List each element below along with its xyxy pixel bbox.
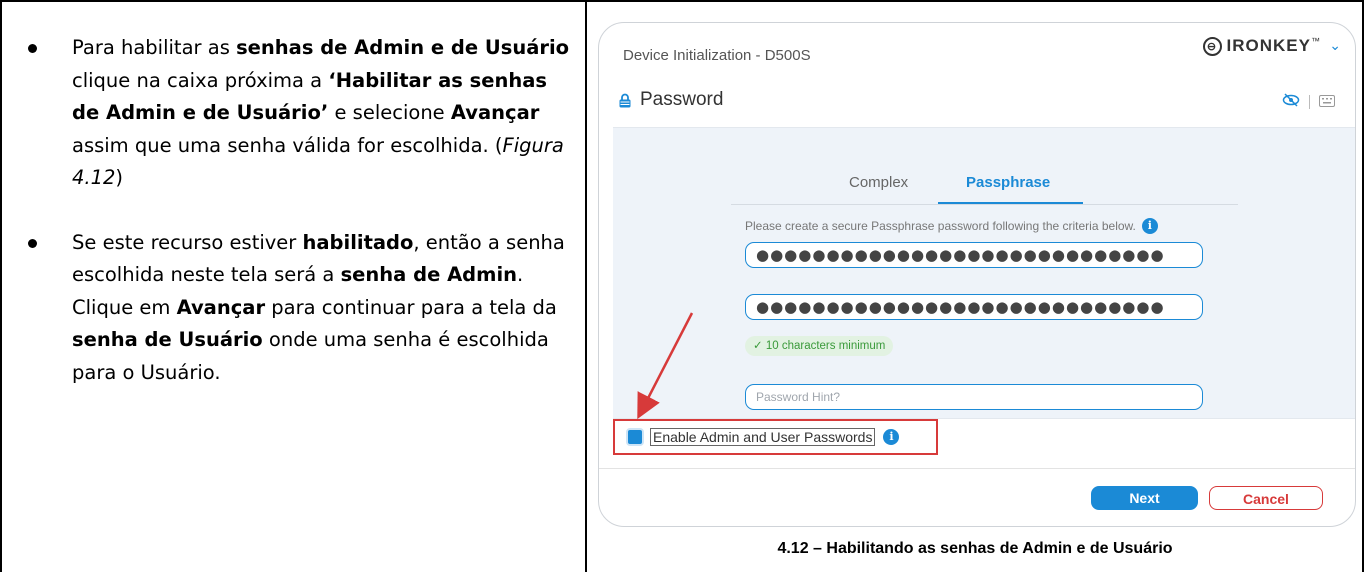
brand-name: IRONKEY — [1226, 36, 1311, 55]
confirm-password-field[interactable]: ●●●●●●●●●●●●●●●●●●●●●●●●●●●●● — [745, 294, 1203, 320]
criteria-text: Please create a secure Passphrase passwo… — [745, 218, 1158, 234]
tab-baseline — [731, 204, 1238, 205]
next-button[interactable]: Next — [1091, 486, 1198, 510]
keyboard-icon[interactable] — [1319, 94, 1335, 110]
password-panel: Complex Passphrase Please create a secur… — [613, 127, 1355, 419]
tab-complex[interactable]: Complex — [849, 174, 908, 191]
section-title: Password — [640, 89, 724, 110]
app-screenshot: Device Initialization - D500S ⊖ IRONKEY ™… — [598, 22, 1356, 527]
icon-divider — [1309, 95, 1310, 109]
lock-icon — [619, 93, 631, 107]
password-hint-field[interactable]: Password Hint? — [745, 384, 1203, 410]
info-icon[interactable]: i — [883, 429, 900, 445]
password-field[interactable]: ●●●●●●●●●●●●●●●●●●●●●●●●●●●●● — [745, 242, 1203, 268]
footer-divider — [599, 468, 1355, 469]
password-tabs: Complex Passphrase — [613, 174, 1355, 205]
cancel-button[interactable]: Cancel — [1209, 486, 1323, 510]
enable-admin-user-checkbox[interactable] — [626, 428, 644, 446]
tab-passphrase[interactable]: Passphrase — [966, 174, 1050, 191]
column-divider — [585, 0, 587, 572]
info-icon[interactable]: i — [1141, 218, 1158, 234]
chevron-down-icon[interactable]: ⌄ — [1329, 37, 1341, 54]
enable-admin-user-row[interactable]: Enable Admin and User Passwords i — [613, 419, 938, 455]
enable-admin-user-label[interactable]: Enable Admin and User Passwords — [650, 428, 876, 446]
instruction-item: Se este recurso estiver habilitado, entã… — [28, 227, 570, 390]
trademark-mark: ™ — [1311, 36, 1321, 46]
bullet-icon — [28, 238, 37, 248]
brand-logo: ⊖ IRONKEY ™ — [1202, 36, 1321, 56]
active-tab-indicator — [938, 202, 1083, 204]
logo-icon: ⊖ — [1202, 36, 1222, 56]
figure-caption: 4.12 – Habilitando as senhas de Admin e … — [777, 540, 1173, 557]
instruction-item: Para habilitar as senhas de Admin e de U… — [28, 32, 570, 195]
window-title: Device Initialization - D500S — [623, 47, 811, 64]
min-length-badge: ✓ 10 characters minimum — [745, 336, 894, 356]
criteria-label: Please create a secure Passphrase passwo… — [745, 219, 1136, 233]
section-header: Password — [619, 89, 723, 111]
instruction-list: Para habilitar as senhas de Admin e de U… — [28, 32, 570, 390]
header-icons — [1282, 93, 1335, 111]
eye-slash-icon[interactable] — [1282, 93, 1300, 111]
bullet-icon — [28, 44, 37, 53]
